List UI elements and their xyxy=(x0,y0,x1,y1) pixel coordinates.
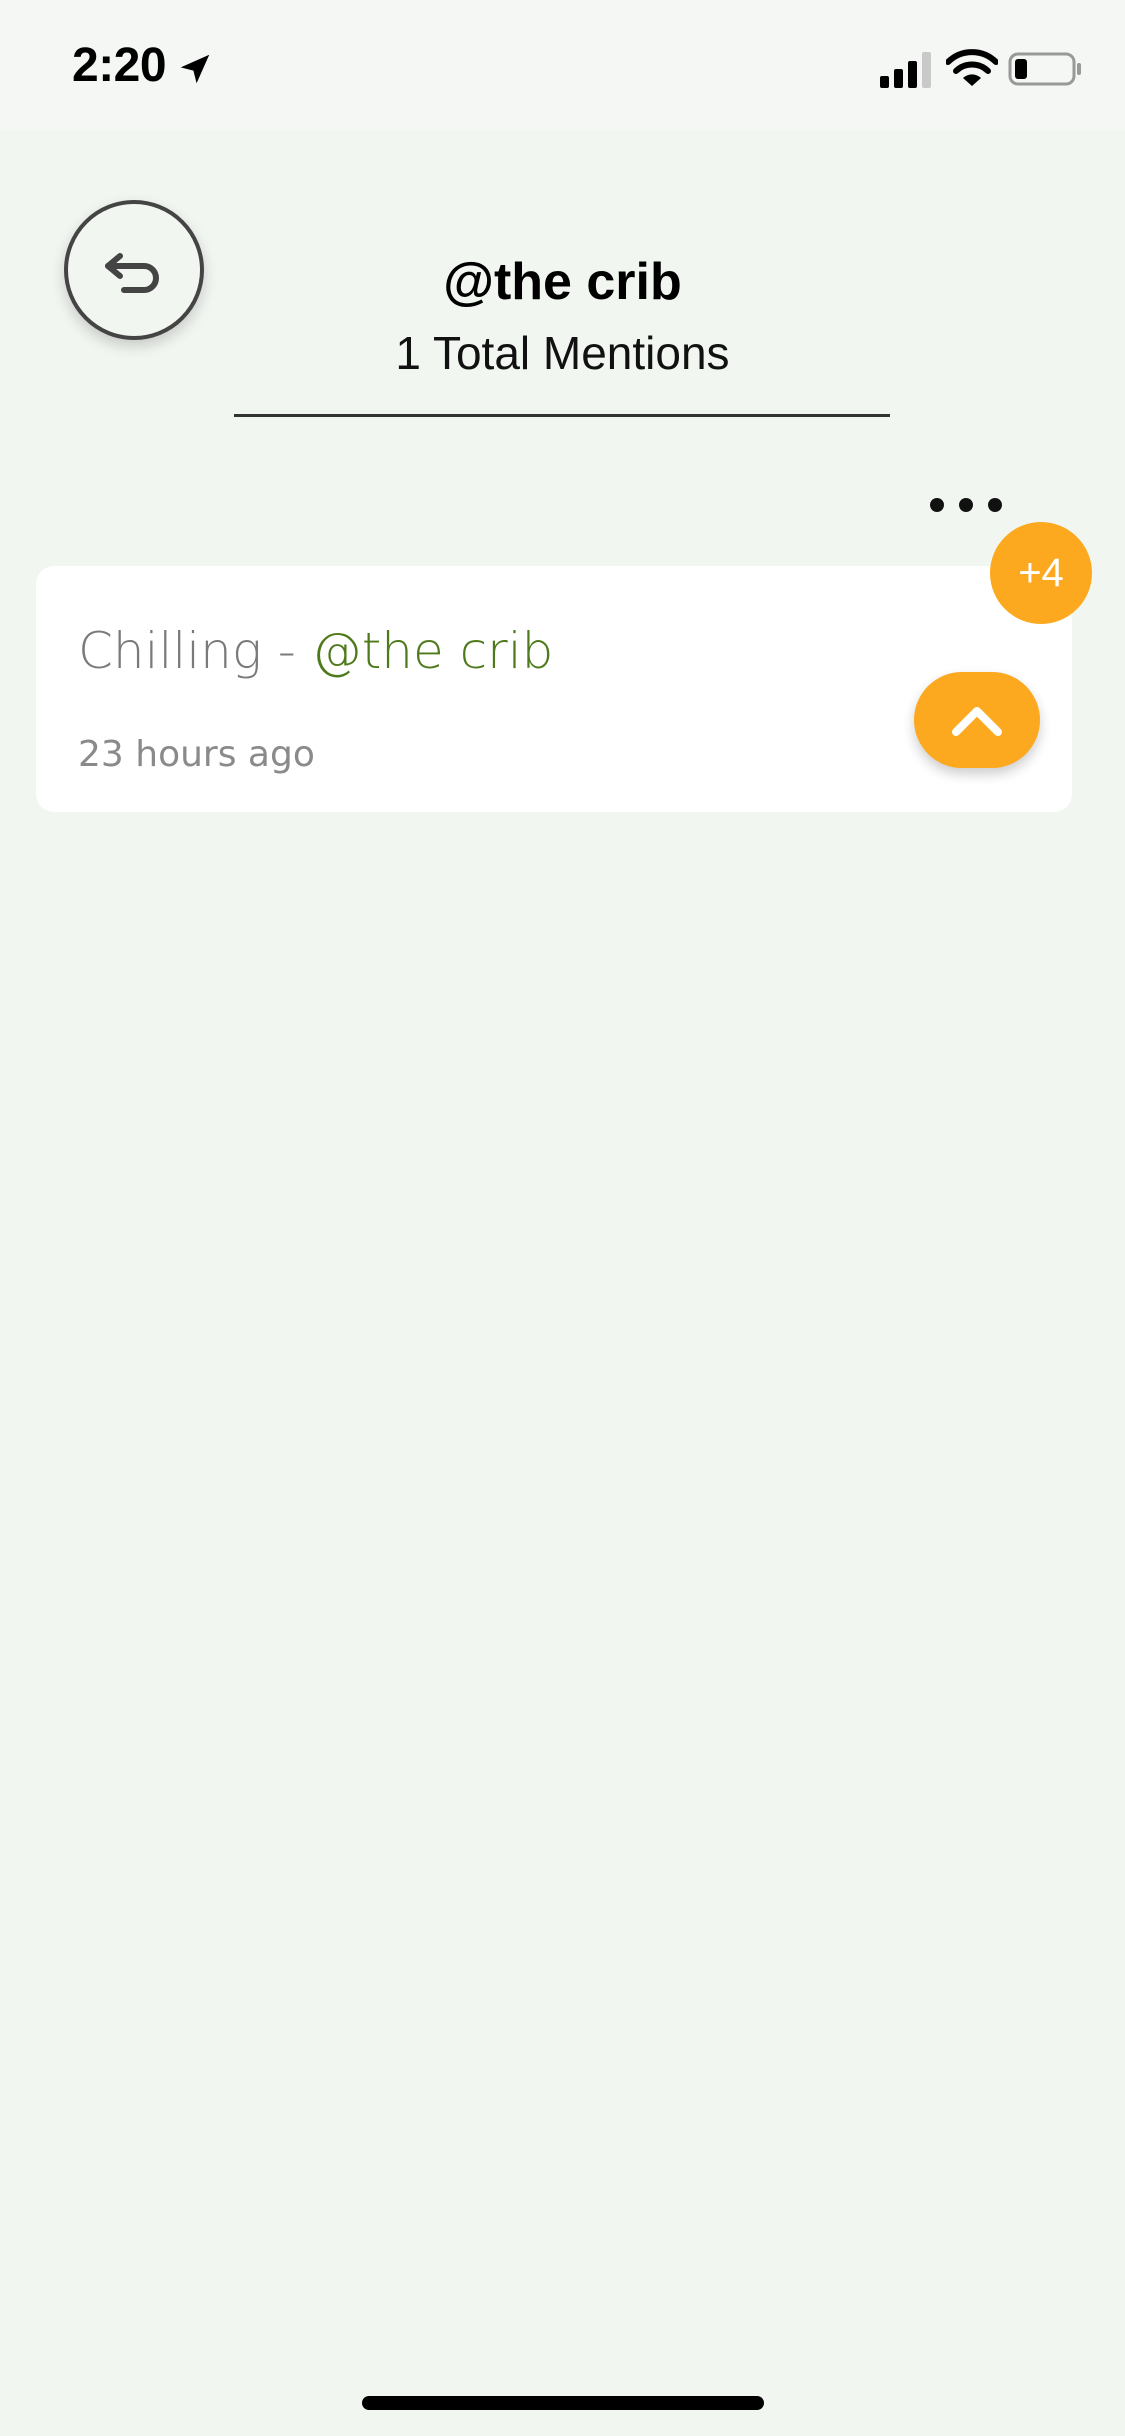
location-arrow-icon xyxy=(180,54,210,84)
upvote-button[interactable] xyxy=(914,672,1040,768)
home-indicator[interactable] xyxy=(362,2396,764,2410)
status-time: 2:20 xyxy=(72,39,167,92)
chevron-up-icon xyxy=(952,707,1002,736)
mentions-count: 1 Total Mentions xyxy=(395,327,730,379)
mention-timestamp: 23 hours ago xyxy=(78,734,315,775)
more-dot-icon xyxy=(930,498,944,512)
battery-icon xyxy=(1008,52,1081,86)
cellular-signal-icon xyxy=(880,52,931,88)
mention-tag-link[interactable]: @the crib xyxy=(312,622,554,680)
page-title: @the crib xyxy=(443,253,682,311)
status-bar: 2:20 xyxy=(0,0,1125,130)
vote-count-badge: +4 xyxy=(990,522,1092,624)
more-options-button[interactable] xyxy=(930,490,1002,520)
mention-text: Chilling - @the crib xyxy=(78,622,553,680)
wifi-icon xyxy=(946,49,998,86)
title-divider xyxy=(234,414,890,417)
more-dot-icon xyxy=(959,498,973,512)
mention-body: Chilling - xyxy=(78,622,312,680)
more-dot-icon xyxy=(988,498,1002,512)
mention-card[interactable]: Chilling - @the crib 23 hours ago xyxy=(36,566,1072,812)
